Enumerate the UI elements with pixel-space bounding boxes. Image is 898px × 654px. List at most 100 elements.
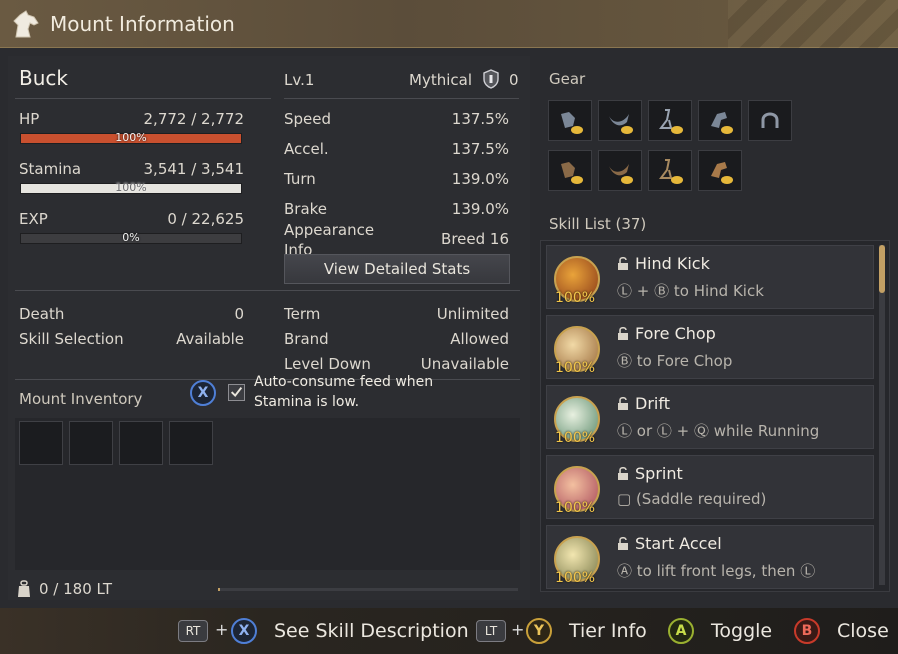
inventory-title: Mount Inventory [19, 390, 143, 408]
mount-grade: Mythical [409, 71, 472, 89]
stirrup-icon [659, 109, 683, 134]
stirrup-icon [659, 159, 683, 184]
title-decoration [728, 0, 898, 48]
divider [15, 98, 271, 99]
x-button-icon: X [190, 380, 216, 406]
skill-item-start-accel[interactable]: 100% Start Accel Ⓐ to lift front legs, t… [546, 525, 874, 589]
view-detailed-stats-button[interactable]: View Detailed Stats [284, 254, 510, 284]
gear-slot-1[interactable] [548, 100, 592, 141]
skill-name: Hind Kick [635, 254, 710, 273]
x-button-icon: X [231, 618, 257, 644]
inventory-slot[interactable] [119, 421, 163, 465]
y-button-icon: Y [526, 618, 552, 644]
see-skill-description-hint[interactable]: See Skill Description [274, 620, 469, 642]
hp-label: HP [19, 110, 40, 128]
turn-label: Turn [284, 170, 316, 188]
horse-armor-icon [711, 112, 733, 134]
gear-slot-4[interactable] [698, 100, 742, 141]
exp-bar: 0% [20, 231, 242, 244]
skill-item-drift[interactable]: 100% Drift Ⓛ or Ⓛ + Ⓠ while Running [546, 385, 874, 449]
skill-level: 100% [555, 570, 596, 586]
horse-head-icon [13, 10, 39, 38]
auto-consume-label-line1: Auto-consume feed when [254, 374, 434, 390]
level-down-value: Unavailable [420, 355, 509, 373]
brake-label: Brake [284, 200, 328, 218]
auto-consume-label-line2: Stamina is low. [254, 394, 360, 410]
unlock-icon [618, 327, 628, 340]
auto-consume-checkbox[interactable] [228, 384, 245, 401]
accel-value: 137.5% [451, 140, 509, 158]
saddle-icon [609, 114, 633, 134]
gear-slot-6[interactable] [548, 150, 592, 191]
skill-description: ▢ (Saddle required) [617, 490, 767, 508]
skill-description: Ⓐ to lift front legs, then Ⓛ [617, 562, 816, 580]
gear-slot-8[interactable] [648, 150, 692, 191]
appearance-info-value: Breed 16 [441, 230, 509, 248]
lt-button-icon: LT [476, 620, 506, 642]
skill-selection-label: Skill Selection [19, 330, 124, 348]
mount-level: Lv.1 [284, 71, 315, 89]
skill-name: Fore Chop [635, 324, 716, 343]
rt-button-icon: RT [178, 620, 208, 642]
gear-slot-9[interactable] [698, 150, 742, 191]
skill-item-hind-kick[interactable]: 100% Hind Kick Ⓛ + Ⓑ to Hind Kick [546, 245, 874, 309]
skill-list-title: Skill List (37) [549, 215, 647, 233]
gear-slot-7[interactable] [598, 150, 642, 191]
inventory-slot[interactable] [169, 421, 213, 465]
scrollbar-thumb[interactable] [879, 245, 885, 293]
skill-list-scrollbar[interactable] [879, 245, 885, 585]
level-down-label: Level Down [284, 355, 371, 373]
death-value: 0 [234, 305, 244, 323]
skill-name: Sprint [635, 464, 683, 483]
term-value: Unlimited [436, 305, 509, 323]
skill-description: Ⓛ + Ⓑ to Hind Kick [617, 282, 764, 300]
weight-icon [18, 580, 30, 597]
skill-level: 100% [555, 430, 596, 446]
hp-bar-percent: 100% [115, 131, 147, 144]
skill-level: 100% [555, 360, 596, 376]
hp-bar: 100% [20, 131, 242, 144]
toggle-hint[interactable]: Toggle [711, 620, 772, 642]
unlock-icon [618, 397, 628, 410]
close-hint[interactable]: Close [837, 620, 889, 642]
exp-label: EXP [19, 210, 48, 228]
inventory-slot[interactable] [69, 421, 113, 465]
horse-gear-icon [561, 162, 583, 184]
stamina-value: 3,541 / 3,541 [143, 160, 244, 178]
shield-icon [483, 69, 499, 89]
weight-bar [218, 588, 518, 591]
horse-gear-icon [561, 112, 583, 134]
skill-level: 100% [555, 500, 596, 516]
horseshoe-icon [761, 112, 779, 128]
skill-name: Start Accel [635, 534, 722, 553]
skill-description: Ⓑ to Fore Chop [617, 352, 733, 370]
skill-name: Drift [635, 394, 670, 413]
skill-item-sprint[interactable]: 100% Sprint ▢ (Saddle required) [546, 455, 874, 519]
saddle-icon [609, 164, 633, 184]
divider [15, 290, 520, 291]
inventory-slot[interactable] [19, 421, 63, 465]
stamina-label: Stamina [19, 160, 82, 178]
stamina-bar: 100% [20, 181, 242, 194]
divider [284, 98, 519, 99]
gear-slot-2[interactable] [598, 100, 642, 141]
gear-slot-3[interactable] [648, 100, 692, 141]
grade-count: 0 [509, 71, 519, 89]
stamina-bar-percent: 100% [115, 181, 147, 194]
title-bar: Mount Information [0, 0, 898, 48]
gear-slot-5[interactable] [748, 100, 792, 141]
term-label: Term [284, 305, 321, 323]
window-title: Mount Information [50, 12, 235, 36]
skill-list: 100% Hind Kick Ⓛ + Ⓑ to Hind Kick 100% F… [540, 240, 890, 592]
tier-info-hint[interactable]: Tier Info [569, 620, 647, 642]
a-button-icon: A [668, 618, 694, 644]
weight-value: 0 / 180 LT [39, 580, 112, 598]
horse-armor-icon [711, 162, 733, 184]
skill-level: 100% [555, 290, 596, 306]
speed-label: Speed [284, 110, 332, 128]
brand-label: Brand [284, 330, 329, 348]
exp-value: 0 / 22,625 [167, 210, 244, 228]
plus-sign: + [511, 620, 525, 639]
skill-item-fore-chop[interactable]: 100% Fore Chop Ⓑ to Fore Chop [546, 315, 874, 379]
b-button-icon: B [794, 618, 820, 644]
